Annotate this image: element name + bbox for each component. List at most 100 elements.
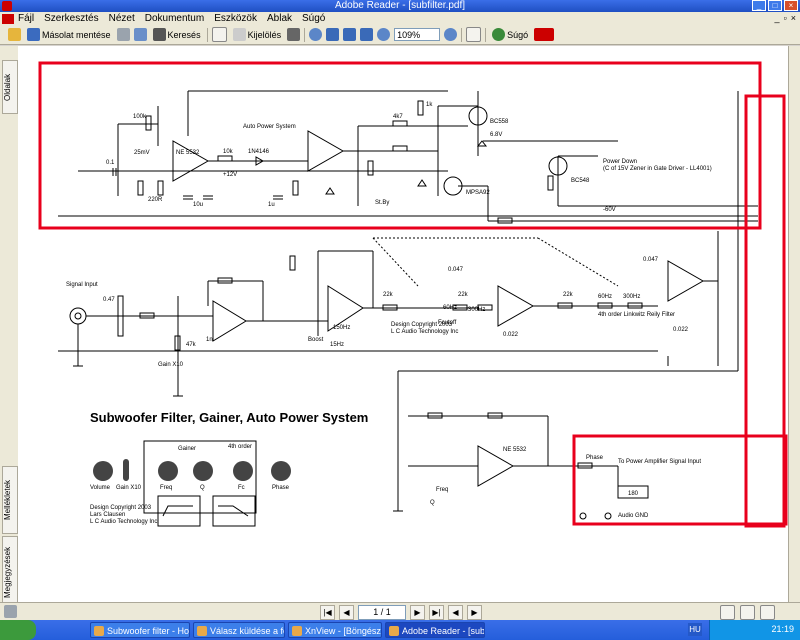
back-button[interactable]: ◀ <box>448 605 463 620</box>
language-indicator[interactable]: HU <box>688 623 702 636</box>
pdf-page[interactable]: Auto Power System NE 5532 10k 1N4146 +12… <box>18 46 788 602</box>
zoom-field[interactable]: 109% <box>394 28 441 41</box>
page-indicator[interactable]: 1 / 1 <box>358 605 406 620</box>
svg-text:4th order: 4th order <box>228 444 252 450</box>
select-button[interactable]: Kijelölés <box>231 27 284 43</box>
auto-power-label: Auto Power System <box>243 124 296 130</box>
to-amp-label: To Power Amplifier Signal Input <box>618 459 701 465</box>
save-icon <box>27 28 40 41</box>
prev-page-button[interactable]: ◀ <box>339 605 354 620</box>
next-page-button[interactable]: ▶ <box>410 605 425 620</box>
rotate-icon[interactable] <box>466 27 482 42</box>
menu-document[interactable]: Dokumentum <box>145 13 204 24</box>
svg-text:22k: 22k <box>563 292 574 298</box>
system-tray: HU 21:19 <box>688 620 800 640</box>
menu-edit[interactable]: Szerkesztés <box>44 13 98 24</box>
svg-text:180: 180 <box>628 491 639 497</box>
toolbar: Másolat mentése Keresés Kijelölés 109% S… <box>0 25 800 45</box>
print-icon[interactable] <box>116 28 130 41</box>
menu-help[interactable]: Súgó <box>302 13 325 24</box>
continuous-icon[interactable] <box>740 605 755 620</box>
first-page-button[interactable]: |◀ <box>320 605 335 620</box>
maximize-button[interactable]: □ <box>768 0 782 11</box>
task-firefox-reply[interactable]: Válasz küldése a fór... <box>193 622 285 638</box>
zoom-in-plus-icon[interactable] <box>444 28 458 41</box>
tab-comments[interactable]: Megjegyzések <box>2 536 18 608</box>
taskbar: Subwoofer filter - Ho... Válasz küldése … <box>0 620 800 640</box>
menu-window[interactable]: Ablak <box>267 13 292 24</box>
hand-tool-icon[interactable] <box>211 27 227 42</box>
facing-icon[interactable] <box>760 605 775 620</box>
svg-text:Gainer: Gainer <box>178 446 196 452</box>
single-page-icon[interactable] <box>720 605 735 620</box>
svg-text:(C of 15V Zener in Gate Driver: (C of 15V Zener in Gate Driver - LL4001) <box>603 166 712 172</box>
linkwitz-label: 4th order Linkwitz Reily Filter <box>598 312 675 318</box>
forward-button[interactable]: ▶ <box>467 605 482 620</box>
doc-status-icon <box>4 605 17 618</box>
window-title: Adobe Reader - [subfilter.pdf] <box>334 0 466 11</box>
save-copy-button[interactable]: Másolat mentése <box>25 27 113 43</box>
zoom-in-icon[interactable] <box>309 28 323 41</box>
audio-gnd-label: Audio GND <box>618 513 649 519</box>
svg-text:BC548: BC548 <box>571 178 590 184</box>
vertical-scrollbar[interactable] <box>788 46 800 602</box>
search-button[interactable]: Keresés <box>151 27 203 43</box>
doc-minimize-button[interactable]: _ <box>775 13 780 23</box>
clock: 21:19 <box>771 624 794 634</box>
svg-text:Fc: Fc <box>238 485 245 491</box>
menu-bar: Fájl Szerkesztés Nézet Dokumentum Eszköz… <box>0 12 800 25</box>
fit-page-icon[interactable] <box>343 28 357 41</box>
help-button[interactable]: Súgó <box>490 27 530 43</box>
svg-text:220R: 220R <box>148 197 163 203</box>
svg-text:Gain X10: Gain X10 <box>158 362 184 368</box>
svg-text:Freq: Freq <box>160 485 172 491</box>
signal-input-label: Signal Input <box>66 282 98 288</box>
task-firefox-subwoofer[interactable]: Subwoofer filter - Ho... <box>90 622 190 638</box>
fc-knob <box>233 461 253 481</box>
zoom-out-icon[interactable] <box>377 28 391 41</box>
snapshot-icon[interactable] <box>287 28 301 41</box>
power-down-label: Power Down <box>603 159 637 165</box>
page-navigation: |◀ ◀ 1 / 1 ▶ ▶| ◀ ▶ <box>320 605 482 620</box>
minimize-button[interactable]: _ <box>752 0 766 11</box>
schematic-title: Subwoofer Filter, Gainer, Auto Power Sys… <box>90 410 368 425</box>
svg-text:150Hz: 150Hz <box>333 325 350 331</box>
open-folder-icon[interactable] <box>8 28 21 41</box>
fit-width-icon[interactable] <box>360 28 374 41</box>
svg-text:Q: Q <box>430 500 435 506</box>
highlight-box-output <box>572 434 788 526</box>
svg-text:Boost: Boost <box>308 337 324 343</box>
svg-text:Design Copyright 2003: Design Copyright 2003 <box>90 505 152 511</box>
navigation-sidebar: Oldalak Mellékletek Megjegyzések <box>0 46 19 608</box>
svg-text:1u: 1u <box>268 202 275 208</box>
last-page-button[interactable]: ▶| <box>429 605 444 620</box>
svg-text:1n: 1n <box>206 337 213 343</box>
close-button[interactable]: × <box>784 0 798 11</box>
title-bar: Adobe Reader - [subfilter.pdf] _ □ × <box>0 0 800 12</box>
svg-text:MPSA92: MPSA92 <box>466 190 490 196</box>
task-adobe-reader[interactable]: Adobe Reader - [sub... <box>385 622 485 638</box>
gain-switch <box>123 459 129 481</box>
svg-text:+12V: +12V <box>223 172 237 178</box>
svg-text:0.47: 0.47 <box>103 297 115 303</box>
svg-text:Freq: Freq <box>436 487 448 493</box>
menu-file[interactable]: Fájl <box>18 13 34 24</box>
svg-text:15Hz: 15Hz <box>330 342 344 348</box>
task-xnview[interactable]: XnView - [Böngésző ... <box>288 622 382 638</box>
svg-text:47k: 47k <box>186 342 197 348</box>
email-icon[interactable] <box>133 28 147 41</box>
svg-text:Volume: Volume <box>90 485 111 491</box>
menu-tools[interactable]: Eszközök <box>214 13 257 24</box>
yahoo-icon[interactable] <box>534 28 555 41</box>
svg-text:Gain X10: Gain X10 <box>116 485 142 491</box>
tab-attachments[interactable]: Mellékletek <box>2 466 18 534</box>
svg-text:0.047: 0.047 <box>448 267 464 273</box>
doc-restore-button[interactable]: ▫ <box>784 13 787 23</box>
tab-pages[interactable]: Oldalak <box>2 60 18 114</box>
menu-view[interactable]: Nézet <box>109 13 135 24</box>
start-button[interactable] <box>0 620 36 640</box>
doc-close-button[interactable]: × <box>791 13 796 23</box>
document-icon <box>2 13 14 24</box>
q-knob <box>193 461 213 481</box>
actual-size-icon[interactable] <box>326 28 340 41</box>
